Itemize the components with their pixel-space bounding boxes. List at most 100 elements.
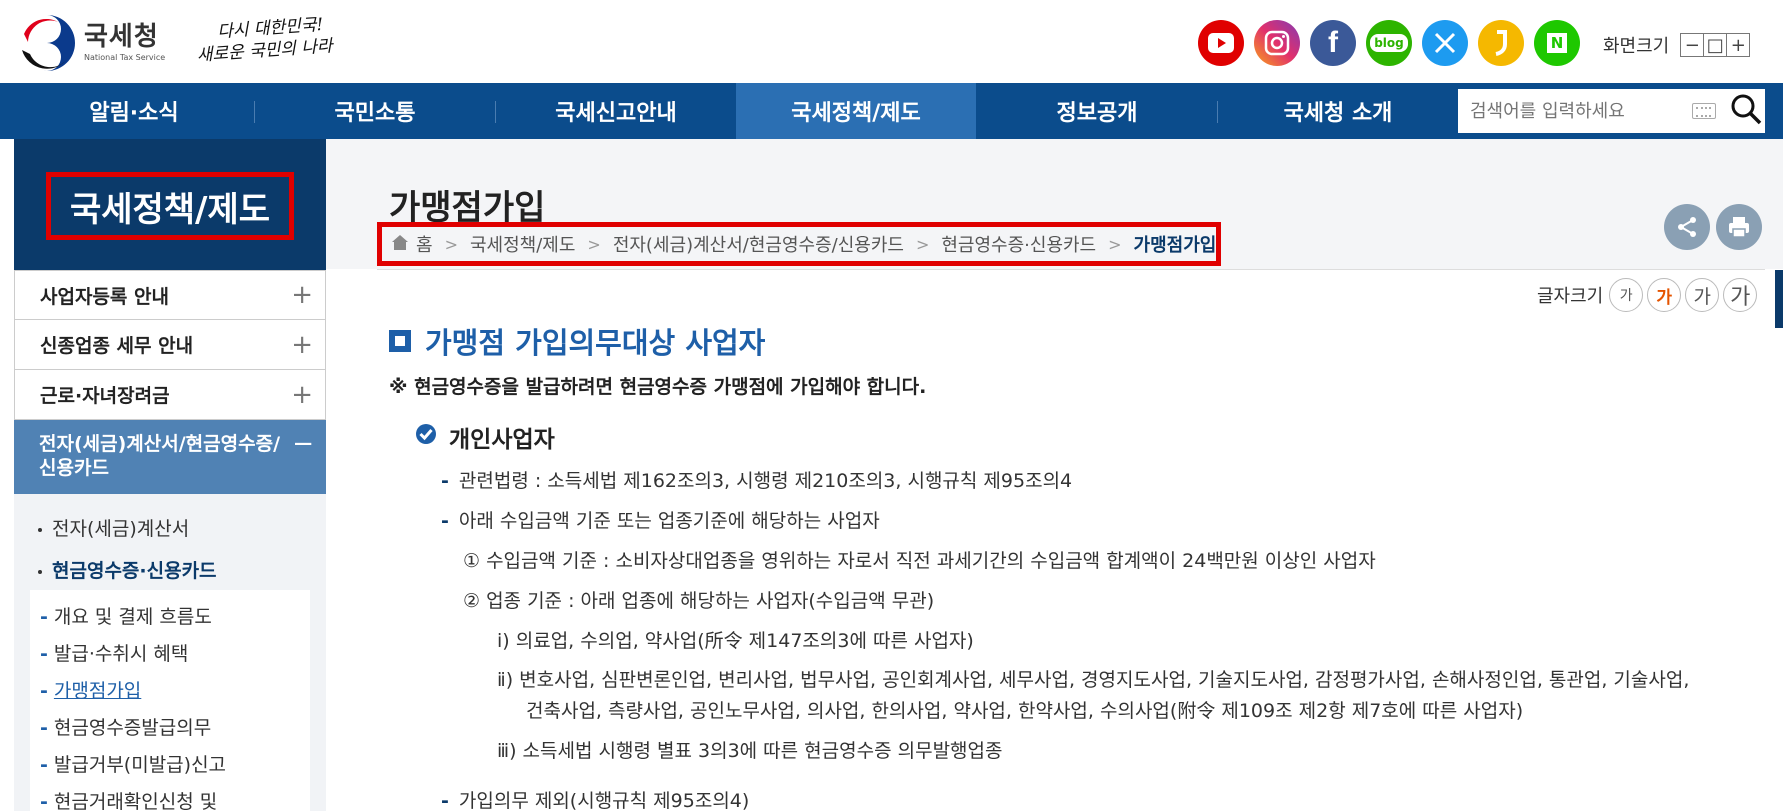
sidebar-title: 국세정책/제도 bbox=[46, 172, 294, 240]
content-line-professional: ⅱ) 변호사업, 심판변론인업, 변리사업, 법무사업, 공인회계사업, 세무사… bbox=[497, 669, 1690, 691]
sidebar-item-label-line-1: 전자(세금)계산서/현금영수증/ bbox=[39, 433, 281, 455]
sidebar-item-new-industry[interactable]: 신종업종 세무 안내 + bbox=[14, 320, 326, 370]
bullet-icon bbox=[38, 527, 42, 532]
expand-icon[interactable]: + bbox=[291, 330, 313, 360]
naver-post-icon[interactable]: N bbox=[1534, 20, 1580, 66]
sidebar-item-e-invoice-receipt-card[interactable]: 전자(세금)계산서/현금영수증/ 신용카드 − bbox=[14, 420, 326, 494]
gnb-item-disclosure[interactable]: 정보공개 bbox=[977, 83, 1217, 139]
sublist-label: 발급거부(미발급)신고 bbox=[53, 754, 227, 776]
content-line-related-law: - 관련법령 : 소득세법 제162조의3, 시행령 제210조의3, 시행규칙 … bbox=[441, 470, 1073, 492]
sublist-item-overview[interactable]: - 개요 및 결제 흐름도 bbox=[40, 602, 212, 629]
gnb-item-news[interactable]: 알림·소식 bbox=[14, 83, 254, 139]
sidebar-item-label: 신종업종 세무 안내 bbox=[40, 335, 194, 357]
content-line-exclusion: - 가입의무 제외(시행규칙 제95조의4) bbox=[441, 790, 750, 811]
blog-icon[interactable]: blog bbox=[1366, 20, 1412, 66]
content-line-professional-cont: 건축사업, 측량사업, 공인노무사업, 의사업, 한의사업, 약사업, 한약사업… bbox=[526, 700, 1524, 722]
share-button[interactable] bbox=[1664, 204, 1710, 250]
font-size-label: 글자크기 bbox=[1537, 286, 1604, 307]
sidebar-menu: 사업자등록 안내 + 신종업종 세무 안내 + 근로·자녀장려금 + 전자(세금… bbox=[14, 270, 326, 494]
sidebar-item-label: 근로·자녀장려금 bbox=[40, 385, 170, 407]
expand-icon[interactable]: + bbox=[291, 380, 313, 410]
font-size-large-button[interactable]: 가 bbox=[1685, 278, 1720, 312]
breadcrumb: 홈 > 국세정책/제도 > 전자(세금)계산서/현금영수증/신용카드 > 현금영… bbox=[377, 222, 1221, 266]
sidebar-sub-label: 전자(세금)계산서 bbox=[52, 518, 190, 540]
bullet-icon bbox=[38, 569, 42, 574]
sublist-item-merchant-join[interactable]: - 가맹점가입 bbox=[40, 676, 141, 703]
sidebar-sublist: - 개요 및 결제 흐름도 - 발급·수취시 혜택 - 가맹점가입 - 현금영수증발급의… bbox=[30, 590, 310, 811]
content-line-criteria: - 아래 수입금액 기준 또는 업종기준에 해당하는 사업자 bbox=[441, 510, 880, 532]
square-bullet-icon bbox=[389, 330, 411, 352]
search-box bbox=[1458, 89, 1765, 133]
sublist-label: 가맹점가입 bbox=[53, 680, 142, 702]
sublist-label: 개요 및 결제 흐름도 bbox=[53, 606, 212, 628]
sidebar-sub-cash-receipt[interactable]: 현금영수증·신용카드 bbox=[38, 556, 217, 583]
home-icon[interactable] bbox=[392, 234, 408, 255]
sidebar-sub-e-invoice[interactable]: 전자(세금)계산서 bbox=[38, 514, 189, 541]
sns-links: f blog N bbox=[1198, 20, 1580, 66]
keyboard-icon[interactable] bbox=[1692, 103, 1716, 119]
content-text: 가입의무 제외(시행규칙 제95조의4) bbox=[458, 790, 750, 811]
site-header: 국세청 National Tax Service 다시 대한민국! 새로운 국민… bbox=[0, 0, 1783, 83]
breadcrumb-current: 가맹점가입 bbox=[1133, 235, 1217, 256]
logo-name: 국세청 bbox=[84, 22, 159, 52]
sidebar-sub-label: 현금영수증·신용카드 bbox=[52, 560, 217, 582]
expand-icon[interactable]: + bbox=[291, 280, 313, 310]
sidebar-item-label: 사업자등록 안내 bbox=[40, 285, 169, 308]
chevron-right-icon: > bbox=[1108, 234, 1122, 254]
gnb-item-tax-filing[interactable]: 국세신고안내 bbox=[496, 83, 736, 139]
nts-logo[interactable]: 국세청 National Tax Service bbox=[18, 14, 165, 72]
youtube-icon[interactable] bbox=[1198, 20, 1244, 66]
kakao-story-icon[interactable] bbox=[1478, 20, 1524, 66]
breadcrumb-item[interactable]: 현금영수증·신용카드 bbox=[941, 231, 1096, 257]
breadcrumb-home[interactable]: 홈 bbox=[416, 231, 433, 257]
chevron-right-icon: > bbox=[587, 234, 601, 254]
search-input[interactable] bbox=[1470, 100, 1680, 122]
font-size-control: 글자크기 가 가 가 가 bbox=[1537, 278, 1758, 312]
slogan: 다시 대한민국! 새로운 국민의 나라 bbox=[195, 13, 334, 66]
chevron-right-icon: > bbox=[915, 234, 930, 254]
content-line-medical: ⅰ) 의료업, 수의업, 약사업(所令 제147조의3에 따른 사업자) bbox=[497, 630, 974, 652]
sidebar-item-label-line-2: 신용카드 bbox=[39, 457, 109, 479]
sub-title: 개인사업자 bbox=[415, 420, 555, 454]
print-icon bbox=[1729, 217, 1749, 238]
facebook-icon[interactable]: f bbox=[1310, 20, 1356, 66]
x-icon[interactable] bbox=[1422, 20, 1468, 66]
zoom-in-button[interactable]: + bbox=[1726, 33, 1751, 57]
zoom-out-button[interactable]: − bbox=[1680, 33, 1705, 57]
sublist-item-benefits[interactable]: - 발급·수취시 혜택 bbox=[40, 639, 188, 666]
search-icon[interactable] bbox=[1730, 93, 1762, 129]
taegeuk-logo-icon bbox=[18, 14, 76, 72]
scroll-indicator[interactable] bbox=[1775, 270, 1783, 328]
sublist-label: 발급·수취시 혜택 bbox=[53, 643, 189, 665]
collapse-icon[interactable]: − bbox=[292, 431, 314, 457]
chevron-right-icon: > bbox=[444, 234, 458, 254]
sidebar-item-label: 전자(세금)계산서/현금영수증/ 신용카드 bbox=[39, 432, 280, 480]
sublist-label: 현금거래확인신청 및 bbox=[53, 791, 218, 811]
print-button[interactable] bbox=[1716, 204, 1762, 250]
sublist-item-cash-confirm[interactable]: - 현금거래확인신청 및 bbox=[40, 787, 217, 811]
gnb-item-communication[interactable]: 국민소통 bbox=[255, 83, 495, 139]
screen-size-label: 화면크기 bbox=[1603, 36, 1670, 57]
breadcrumb-item[interactable]: 국세정책/제도 bbox=[470, 231, 575, 257]
font-size-default-button[interactable]: 가 bbox=[1647, 278, 1682, 312]
section-title-text: 가맹점 가입의무대상 사업자 bbox=[425, 326, 766, 360]
font-size-xlarge-button[interactable]: 가 bbox=[1723, 278, 1758, 312]
content-line-income-criteria: ① 수입금액 기준 : 소비자상대업종을 영위하는 자로서 직전 과세기간의 수… bbox=[463, 550, 1376, 572]
sidebar-item-earned-income-credit[interactable]: 근로·자녀장려금 + bbox=[14, 370, 326, 420]
font-size-small-button[interactable]: 가 bbox=[1609, 278, 1644, 312]
sublist-item-refusal-report[interactable]: - 발급거부(미발급)신고 bbox=[40, 750, 226, 777]
content-text: 아래 수입금액 기준 또는 업종기준에 해당하는 사업자 bbox=[458, 510, 880, 532]
sublist-item-issuance-duty[interactable]: - 현금영수증발급의무 bbox=[40, 713, 211, 740]
sidebar-item-business-registration[interactable]: 사업자등록 안내 + bbox=[14, 270, 326, 320]
instagram-icon[interactable] bbox=[1254, 20, 1300, 66]
check-circle-icon bbox=[415, 423, 437, 451]
content-text: 관련법령 : 소득세법 제162조의3, 시행령 제210조의3, 시행규칙 제… bbox=[458, 470, 1073, 492]
gnb-item-tax-policy[interactable]: 국세정책/제도 bbox=[736, 83, 976, 139]
screen-size-control: 화면크기 − □ + bbox=[1603, 32, 1751, 58]
zoom-reset-button[interactable]: □ bbox=[1703, 33, 1728, 57]
logo-english-name: National Tax Service bbox=[84, 53, 166, 62]
divider bbox=[377, 269, 1765, 270]
sublist-label: 현금영수증발급의무 bbox=[53, 717, 212, 739]
gnb-item-about[interactable]: 국세청 소개 bbox=[1218, 83, 1458, 139]
breadcrumb-item[interactable]: 전자(세금)계산서/현금영수증/신용카드 bbox=[613, 231, 904, 257]
